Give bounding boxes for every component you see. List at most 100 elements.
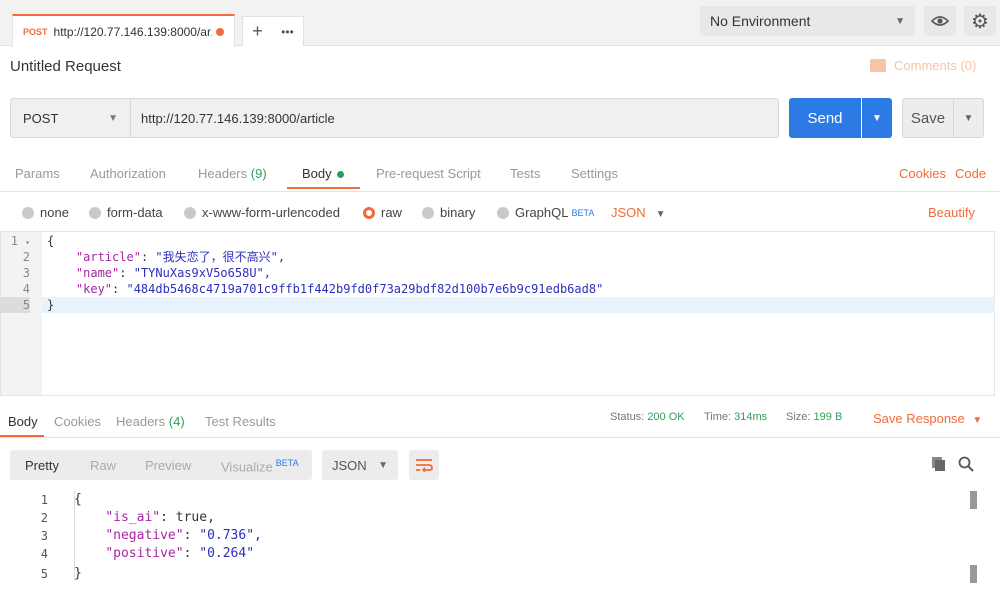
tab-body[interactable]: Body: [302, 166, 344, 181]
radio-graphql[interactable]: GraphQL BETA: [497, 205, 594, 220]
json-key: "positive": [105, 546, 184, 561]
tab-more-button[interactable]: •••: [281, 25, 294, 39]
radio-form-data-label: form-data: [107, 205, 163, 220]
radio-urlencoded-label: x-www-form-urlencoded: [202, 205, 340, 220]
json-key: "is_ai": [105, 510, 161, 525]
visualize-label: Visualize: [221, 459, 273, 475]
close-brace: }: [74, 566, 82, 581]
json-value: "TYNuXas9xV5o658U",: [133, 266, 271, 280]
comments-button[interactable]: Comments (0): [870, 58, 976, 73]
request-tab-active[interactable]: POST http://120.77.146.139:8000/ar...: [12, 14, 235, 47]
tab-pre-request-script[interactable]: Pre-request Script: [376, 166, 481, 181]
search-icon: [958, 456, 974, 472]
copy-button[interactable]: [931, 456, 947, 475]
status-label: Status:: [610, 411, 645, 423]
body-format-select[interactable]: JSON ▼: [611, 205, 666, 220]
radio-none[interactable]: none: [22, 205, 69, 220]
save-options-button[interactable]: ▼: [954, 98, 984, 138]
send-button[interactable]: Send: [789, 98, 861, 138]
save-button[interactable]: Save: [902, 98, 954, 138]
line-number: 5: [0, 297, 30, 313]
active-response-tab-underline: [0, 435, 44, 437]
radio-raw[interactable]: raw: [363, 205, 402, 220]
radio-form-data[interactable]: form-data: [89, 205, 163, 220]
json-key: "negative": [105, 528, 184, 543]
cookies-link[interactable]: Cookies: [899, 166, 946, 181]
code-line: {: [74, 491, 82, 509]
new-tab-button[interactable]: +: [252, 21, 263, 42]
search-button[interactable]: [958, 456, 974, 475]
view-visualize-button[interactable]: Visualize BETA: [221, 458, 299, 474]
response-tab-cookies[interactable]: Cookies: [54, 414, 101, 429]
line-number-text: 1: [10, 234, 18, 248]
chevron-down-icon: ▼: [872, 112, 882, 124]
view-raw-button[interactable]: Raw: [90, 458, 116, 473]
radio-raw-label: raw: [381, 205, 402, 220]
active-tab-underline: [287, 187, 360, 189]
url-input[interactable]: http://120.77.146.139:8000/article: [130, 98, 779, 138]
environment-select[interactable]: No Environment ▼: [700, 6, 915, 36]
settings-button[interactable]: ⚙: [964, 6, 996, 36]
tab-actions: + •••: [242, 16, 304, 46]
wrap-lines-button[interactable]: [409, 450, 439, 480]
view-pretty-button[interactable]: Pretty: [25, 458, 59, 473]
json-key: "name": [75, 266, 120, 280]
json-key: "key": [75, 282, 113, 296]
beautify-button[interactable]: Beautify: [928, 205, 975, 220]
radio-none-label: none: [40, 205, 69, 220]
radio-binary-label: binary: [440, 205, 476, 220]
chevron-down-icon: ▼: [963, 112, 974, 124]
json-value: "我失恋了，很不高兴",: [155, 250, 286, 264]
body-indicator-dot-icon: [336, 171, 344, 179]
headers-count-badge: (9): [250, 166, 267, 181]
line-number: 3: [22, 266, 30, 280]
beta-badge: BETA: [275, 458, 299, 468]
json-value: "0.264": [199, 546, 255, 561]
unsaved-dot-icon: [216, 27, 224, 36]
response-view-mode-group: Pretty Raw Preview Visualize BETA: [10, 450, 312, 480]
gear-icon: ⚙: [971, 10, 989, 33]
radio-binary[interactable]: binary: [422, 205, 475, 220]
response-format-select[interactable]: JSON ▼: [322, 450, 398, 480]
tab-headers[interactable]: Headers (9): [198, 166, 267, 181]
json-value: "0.736",: [199, 528, 262, 543]
tab-headers-label: Headers: [198, 166, 248, 181]
response-tab-body[interactable]: Body: [8, 414, 38, 429]
open-brace: {: [74, 492, 82, 507]
code-line: "key": "484db5468c4719a701c9ffb1f442b9fd…: [75, 282, 604, 296]
save-response-button[interactable]: Save Response ▼: [873, 411, 982, 426]
status-readout: Status: 200 OK: [610, 411, 685, 423]
open-brace: {: [47, 234, 55, 248]
response-tab-headers[interactable]: Headers (4): [116, 414, 185, 429]
response-tab-headers-label: Headers: [116, 414, 166, 429]
line-number: 2: [40, 511, 48, 525]
size-label: Size:: [786, 411, 811, 423]
time-label: Time:: [704, 411, 732, 423]
send-options-button[interactable]: ▼: [862, 98, 892, 138]
tab-url-label: http://120.77.146.139:8000/ar...: [53, 24, 212, 39]
url-value: http://120.77.146.139:8000/article: [141, 110, 335, 126]
scrollbar-thumb[interactable]: [970, 565, 977, 583]
environment-quick-look-button[interactable]: [924, 6, 956, 36]
tab-tests[interactable]: Tests: [510, 166, 540, 181]
json-value: "484db5468c4719a701c9ffb1f442b9fd0f73a29…: [126, 282, 604, 296]
tab-params[interactable]: Params: [15, 166, 60, 181]
radio-icon: [422, 206, 434, 219]
code-link[interactable]: Code: [955, 166, 986, 181]
request-title[interactable]: Untitled Request: [10, 58, 121, 75]
time-value: 314ms: [734, 411, 768, 423]
radio-urlencoded[interactable]: x-www-form-urlencoded: [184, 205, 340, 220]
response-tab-test-results[interactable]: Test Results: [205, 414, 276, 429]
tab-settings[interactable]: Settings: [571, 166, 618, 181]
chevron-down-icon: ▼: [655, 209, 666, 220]
fold-caret-icon[interactable]: ▾: [25, 238, 30, 247]
close-brace: }: [47, 298, 55, 312]
line-number: 3: [40, 529, 48, 543]
time-readout: Time: 314ms: [704, 411, 767, 423]
size-value: 199 B: [813, 411, 843, 423]
tab-authorization[interactable]: Authorization: [90, 166, 166, 181]
scrollbar-thumb[interactable]: [970, 491, 977, 509]
view-preview-button[interactable]: Preview: [145, 458, 191, 473]
line-number: 4: [40, 547, 48, 561]
method-select[interactable]: POST ▼: [10, 98, 130, 138]
